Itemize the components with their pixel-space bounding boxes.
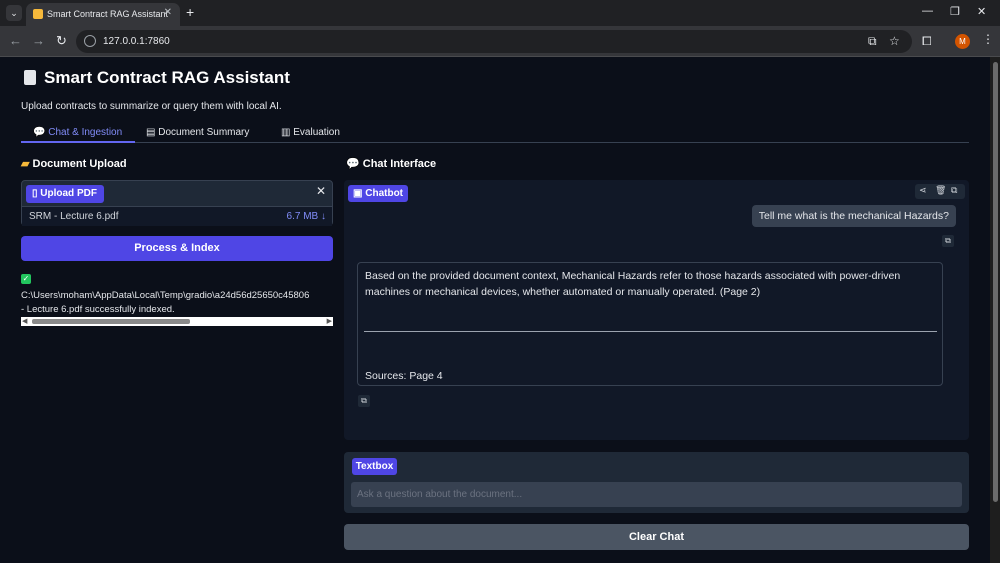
copy-user-message-icon[interactable]: ⧉ — [942, 235, 954, 247]
copy-all-icon[interactable]: ⧉ — [951, 185, 957, 196]
scroll-left-icon[interactable]: ◀ — [22, 317, 27, 326]
profile-avatar[interactable]: M — [955, 34, 970, 49]
file-name: SRM - Lecture 6.pdf — [29, 211, 119, 222]
page-subtitle: Upload contracts to summarize or query t… — [21, 101, 282, 112]
upload-pdf-label: ▯ Upload PDF — [26, 185, 104, 203]
chart-icon: ▥ — [281, 127, 294, 138]
bot-message-sources: Sources: Page 4 — [365, 370, 443, 382]
scrollbar-thumb[interactable] — [32, 319, 190, 324]
textbox-label: Textbox — [352, 458, 397, 475]
cast-icon[interactable]: ⧉ — [868, 34, 877, 49]
chatbot-icon: ▣ — [353, 188, 366, 199]
scroll-right-icon[interactable]: ▶ — [327, 317, 332, 326]
share-icon[interactable]: ⋖ — [919, 185, 927, 196]
maximize-icon[interactable]: ❐ — [950, 5, 960, 18]
address-bar[interactable]: 127.0.0.1:7860 ⧉ ☆ — [76, 30, 912, 53]
uploaded-file-row: SRM - Lecture 6.pdf 6.7 MB ↓ — [22, 206, 332, 226]
question-textbox-panel: Textbox — [344, 452, 969, 513]
chat-interface-heading: 💬 Chat Interface — [346, 158, 437, 170]
status-path: C:\Users\moham\AppData\Local\Temp\gradio… — [21, 290, 310, 301]
summary-doc-icon: ▤ — [146, 127, 159, 138]
tab-search-icon[interactable]: ⌄ — [6, 5, 22, 21]
chatbot-label: ▣ Chatbot — [348, 185, 408, 202]
remove-file-icon[interactable]: ✕ — [316, 184, 326, 198]
extensions-icon[interactable]: ⧠ — [922, 34, 932, 49]
file-download-link[interactable]: 6.7 MB ↓ — [287, 211, 326, 222]
check-icon: ✓ — [21, 274, 31, 284]
address-url[interactable]: 127.0.0.1:7860 — [103, 36, 170, 47]
tab-document-summary[interactable]: ▤ Document Summary — [146, 127, 249, 138]
tab-favicon-icon — [33, 9, 43, 19]
chatbot-panel: ▣ Chatbot ⋖ 🗑 ⧉ Tell me what is the mech… — [344, 180, 969, 440]
chat-toolbar: ⋖ 🗑 ⧉ — [915, 184, 965, 199]
document-icon — [24, 70, 36, 85]
browser-menu-icon[interactable]: ⋮ — [982, 32, 994, 46]
indexing-status: C:\Users\moham\AppData\Local\Temp\gradio… — [21, 289, 333, 317]
tab-chat-ingestion[interactable]: 💬 Chat & Ingestion — [33, 127, 122, 138]
question-input[interactable] — [351, 482, 962, 507]
tab-evaluation[interactable]: ▥ Evaluation — [281, 127, 340, 138]
process-index-button[interactable]: Process & Index — [21, 236, 333, 261]
app-page: Smart Contract RAG Assistant Upload cont… — [0, 57, 990, 563]
clear-chat-button[interactable]: Clear Chat — [344, 524, 969, 550]
tab-close-icon[interactable]: ✕ — [164, 7, 172, 18]
status-horizontal-scrollbar[interactable]: ◀ ▶ — [21, 317, 333, 326]
folder-icon: ▰ — [21, 158, 33, 170]
bot-message-text: Based on the provided document context, … — [365, 270, 901, 298]
minimize-icon[interactable]: — — [922, 5, 933, 17]
status-message: - Lecture 6.pdf successfully indexed. — [21, 304, 175, 315]
chat-bubble-icon: 💬 — [346, 158, 363, 170]
tab-bar: 💬 Chat & Ingestion ▤ Document Summary ▥ … — [21, 123, 969, 143]
window-close-icon[interactable]: ✕ — [977, 5, 986, 18]
trash-icon[interactable]: 🗑 — [935, 185, 946, 196]
site-info-icon[interactable] — [84, 35, 96, 47]
copy-bot-message-icon[interactable]: ⧉ — [358, 395, 370, 407]
message-divider — [364, 331, 937, 332]
browser-toolbar: ← → ↻ 127.0.0.1:7860 ⧉ ☆ ⧠ M ⋮ — [0, 26, 1000, 57]
page-title: Smart Contract RAG Assistant — [24, 68, 290, 88]
new-tab-icon[interactable]: + — [186, 4, 194, 20]
file-upload-box[interactable]: ▯ Upload PDF ✕ SRM - Lecture 6.pdf 6.7 M… — [21, 180, 333, 226]
forward-icon[interactable]: → — [32, 33, 45, 48]
page-scrollbar[interactable] — [990, 57, 1000, 563]
page-scrollbar-thumb[interactable] — [993, 62, 998, 502]
user-message: Tell me what is the mechanical Hazards? — [751, 205, 956, 227]
bookmark-star-icon[interactable]: ☆ — [889, 34, 900, 48]
bot-message: Based on the provided document context, … — [357, 262, 943, 386]
back-icon[interactable]: ← — [9, 33, 22, 48]
page-title-text: Smart Contract RAG Assistant — [44, 68, 290, 87]
browser-tabstrip: ⌄ Smart Contract RAG Assistant ✕ + — ❐ ✕ — [0, 0, 1000, 26]
browser-tab-title: Smart Contract RAG Assistant — [47, 9, 169, 19]
document-upload-heading: ▰ Document Upload — [21, 158, 127, 170]
browser-tab[interactable]: Smart Contract RAG Assistant ✕ — [26, 3, 180, 26]
chat-bubble-icon: 💬 — [33, 127, 49, 138]
active-tab-indicator — [21, 141, 135, 143]
reload-icon[interactable]: ↻ — [56, 33, 67, 49]
